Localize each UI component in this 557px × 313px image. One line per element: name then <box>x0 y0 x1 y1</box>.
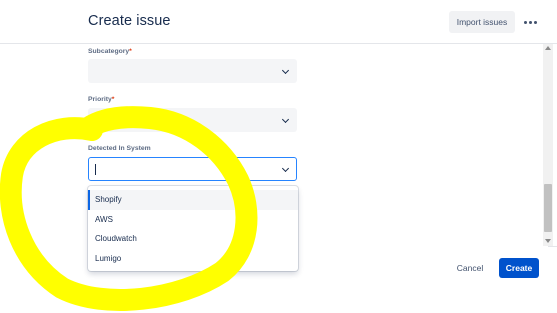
footer-divider <box>548 246 557 247</box>
option-shopify[interactable]: Shopify <box>88 190 298 210</box>
text-cursor <box>95 164 96 175</box>
detected-in-system-label: Detected In System <box>88 145 151 152</box>
priority-label: Priority* <box>88 96 115 103</box>
chevron-down-icon <box>281 115 290 124</box>
scroll-up-arrow-icon[interactable] <box>545 46 551 50</box>
subcategory-select[interactable] <box>88 59 297 83</box>
scrollbar[interactable] <box>543 44 553 246</box>
system-options-menu: Shopify AWS Cloudwatch Lumigo <box>88 186 298 271</box>
chevron-down-icon <box>281 164 290 173</box>
import-issues-button[interactable]: Import issues <box>449 11 515 33</box>
option-aws[interactable]: AWS <box>88 210 298 230</box>
scrollbar-thumb[interactable] <box>544 184 552 232</box>
subcategory-label: Subcategory* <box>88 48 132 55</box>
more-actions-button[interactable] <box>519 11 541 33</box>
more-horizontal-icon <box>523 20 527 24</box>
scroll-down-arrow-icon[interactable] <box>545 239 551 243</box>
required-marker: * <box>111 96 115 103</box>
chevron-down-icon <box>281 66 290 75</box>
required-marker: * <box>129 48 132 55</box>
modal-title: Create issue <box>88 13 171 29</box>
option-lumigo[interactable]: Lumigo <box>88 249 298 269</box>
option-cloudwatch[interactable]: Cloudwatch <box>88 229 298 249</box>
create-button[interactable]: Create <box>499 258 539 278</box>
modal-header: Create issue Import issues <box>0 0 557 44</box>
priority-select[interactable] <box>88 108 297 132</box>
detected-in-system-select[interactable] <box>88 157 297 181</box>
cancel-button[interactable]: Cancel <box>449 258 491 278</box>
